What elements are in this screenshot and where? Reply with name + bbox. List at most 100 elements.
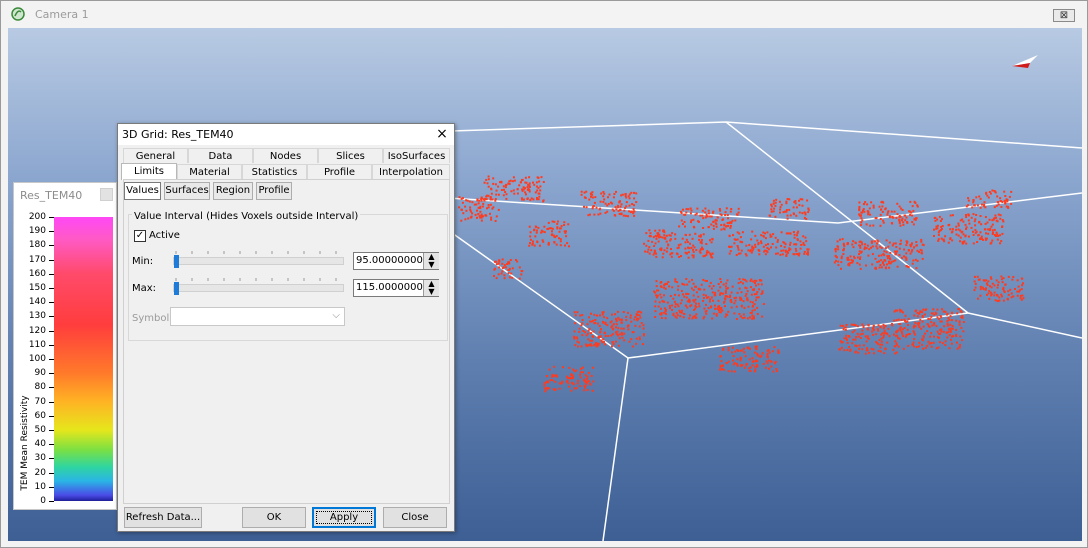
voxel-point bbox=[677, 294, 680, 297]
voxel-point bbox=[570, 374, 573, 377]
voxel-point bbox=[916, 315, 919, 318]
voxel-point bbox=[941, 308, 944, 311]
voxel-point bbox=[500, 189, 503, 191]
voxel-point bbox=[660, 247, 663, 250]
voxel-point bbox=[773, 207, 776, 210]
voxel-point bbox=[729, 246, 731, 248]
close-button[interactable]: Close bbox=[383, 507, 447, 528]
voxel-point bbox=[494, 198, 497, 200]
voxel-point bbox=[767, 243, 769, 246]
voxel-point bbox=[929, 318, 932, 321]
voxel-point bbox=[720, 228, 723, 231]
voxel-point bbox=[866, 335, 869, 338]
voxel-point bbox=[865, 340, 868, 343]
voxel-point bbox=[957, 308, 960, 310]
voxel-point bbox=[962, 321, 965, 323]
voxel-point bbox=[975, 196, 978, 199]
voxel-point bbox=[906, 241, 908, 244]
voxel-point bbox=[1002, 299, 1005, 302]
voxel-point bbox=[722, 368, 725, 371]
subtab-values[interactable]: Values bbox=[124, 182, 161, 200]
voxel-point bbox=[753, 370, 756, 373]
voxel-point bbox=[698, 235, 701, 238]
voxel-point bbox=[692, 294, 695, 297]
tab-nodes[interactable]: Nodes bbox=[253, 148, 318, 163]
voxel-point bbox=[668, 285, 671, 288]
voxel-point bbox=[867, 254, 870, 257]
voxel-point bbox=[528, 190, 531, 193]
voxel-point bbox=[902, 335, 905, 337]
colorbar-close-button[interactable] bbox=[100, 188, 113, 201]
tab-statistics[interactable]: Statistics bbox=[242, 164, 307, 179]
voxel-point bbox=[951, 239, 954, 242]
voxel-point bbox=[615, 323, 618, 326]
dialog-close-icon[interactable]: × bbox=[434, 126, 450, 142]
min-slider-thumb[interactable] bbox=[174, 255, 179, 268]
voxel-point bbox=[984, 222, 987, 225]
voxel-point bbox=[712, 299, 714, 302]
apply-button[interactable]: Apply bbox=[312, 507, 376, 528]
voxel-point bbox=[674, 315, 677, 318]
voxel-point bbox=[907, 324, 909, 326]
ok-button[interactable]: OK bbox=[242, 507, 306, 528]
voxel-point bbox=[733, 370, 736, 373]
voxel-point bbox=[585, 345, 588, 348]
voxel-point bbox=[727, 360, 730, 363]
voxel-point bbox=[959, 229, 962, 232]
voxel-point bbox=[753, 279, 756, 282]
tab-isosurfaces[interactable]: IsoSurfaces bbox=[383, 148, 450, 163]
voxel-point bbox=[669, 307, 671, 310]
voxel-point bbox=[710, 287, 713, 290]
min-spin-button[interactable]: ▲ ▼ bbox=[423, 253, 439, 269]
voxel-point bbox=[859, 337, 862, 339]
colorbar-tick-mark bbox=[49, 344, 54, 346]
tab-data[interactable]: Data bbox=[188, 148, 253, 163]
tab-slices[interactable]: Slices bbox=[318, 148, 383, 163]
subtab-surfaces[interactable]: Surfaces bbox=[164, 182, 210, 200]
voxel-point bbox=[573, 337, 576, 340]
voxel-point bbox=[1007, 290, 1010, 293]
voxel-point bbox=[696, 207, 699, 210]
voxel-point bbox=[921, 343, 924, 346]
voxel-point bbox=[866, 349, 869, 352]
voxel-point bbox=[551, 227, 554, 230]
max-slider[interactable] bbox=[173, 282, 344, 295]
voxel-point bbox=[624, 214, 627, 217]
voxel-point bbox=[710, 241, 713, 244]
tab-material[interactable]: Material bbox=[177, 164, 242, 179]
voxel-point bbox=[511, 180, 514, 183]
subtab-region[interactable]: Region bbox=[213, 182, 253, 200]
voxel-point bbox=[947, 328, 950, 331]
voxel-point bbox=[727, 346, 730, 349]
voxel-point bbox=[732, 234, 734, 237]
voxel-point bbox=[881, 262, 884, 265]
camera-restore-button[interactable]: ⊠ bbox=[1053, 9, 1075, 22]
tab-general[interactable]: General bbox=[123, 148, 188, 163]
tab-interpolation[interactable]: Interpolation bbox=[372, 164, 450, 179]
refresh-data-button[interactable]: Refresh Data... bbox=[124, 507, 202, 528]
subtab-profile[interactable]: Profile bbox=[256, 182, 292, 200]
tab-profile[interactable]: Profile bbox=[307, 164, 372, 179]
voxel-point bbox=[718, 311, 721, 314]
active-checkbox[interactable]: ✓ bbox=[134, 230, 146, 242]
voxel-point bbox=[602, 200, 605, 203]
min-slider[interactable] bbox=[173, 255, 344, 268]
voxel-point bbox=[888, 262, 891, 265]
voxel-point bbox=[480, 214, 483, 217]
camera-titlebar[interactable]: Camera 1 ⊠ bbox=[1, 1, 1087, 28]
tab-limits[interactable]: Limits bbox=[121, 163, 177, 180]
voxel-point bbox=[674, 305, 677, 308]
voxel-point bbox=[608, 193, 611, 196]
voxel-point bbox=[675, 252, 678, 255]
voxel-point bbox=[782, 249, 785, 252]
voxel-point bbox=[662, 252, 665, 255]
symbol-select[interactable]: ⌵ bbox=[170, 307, 345, 326]
max-spin-button[interactable]: ▲ ▼ bbox=[423, 280, 439, 296]
max-slider-thumb[interactable] bbox=[174, 282, 179, 295]
voxel-point bbox=[565, 230, 567, 233]
voxel-point bbox=[943, 325, 946, 328]
voxel-point bbox=[942, 330, 945, 333]
dialog-titlebar[interactable]: 3D Grid: Res_TEM40 × bbox=[118, 124, 454, 145]
voxel-point bbox=[915, 267, 918, 270]
voxel-point bbox=[470, 215, 473, 218]
